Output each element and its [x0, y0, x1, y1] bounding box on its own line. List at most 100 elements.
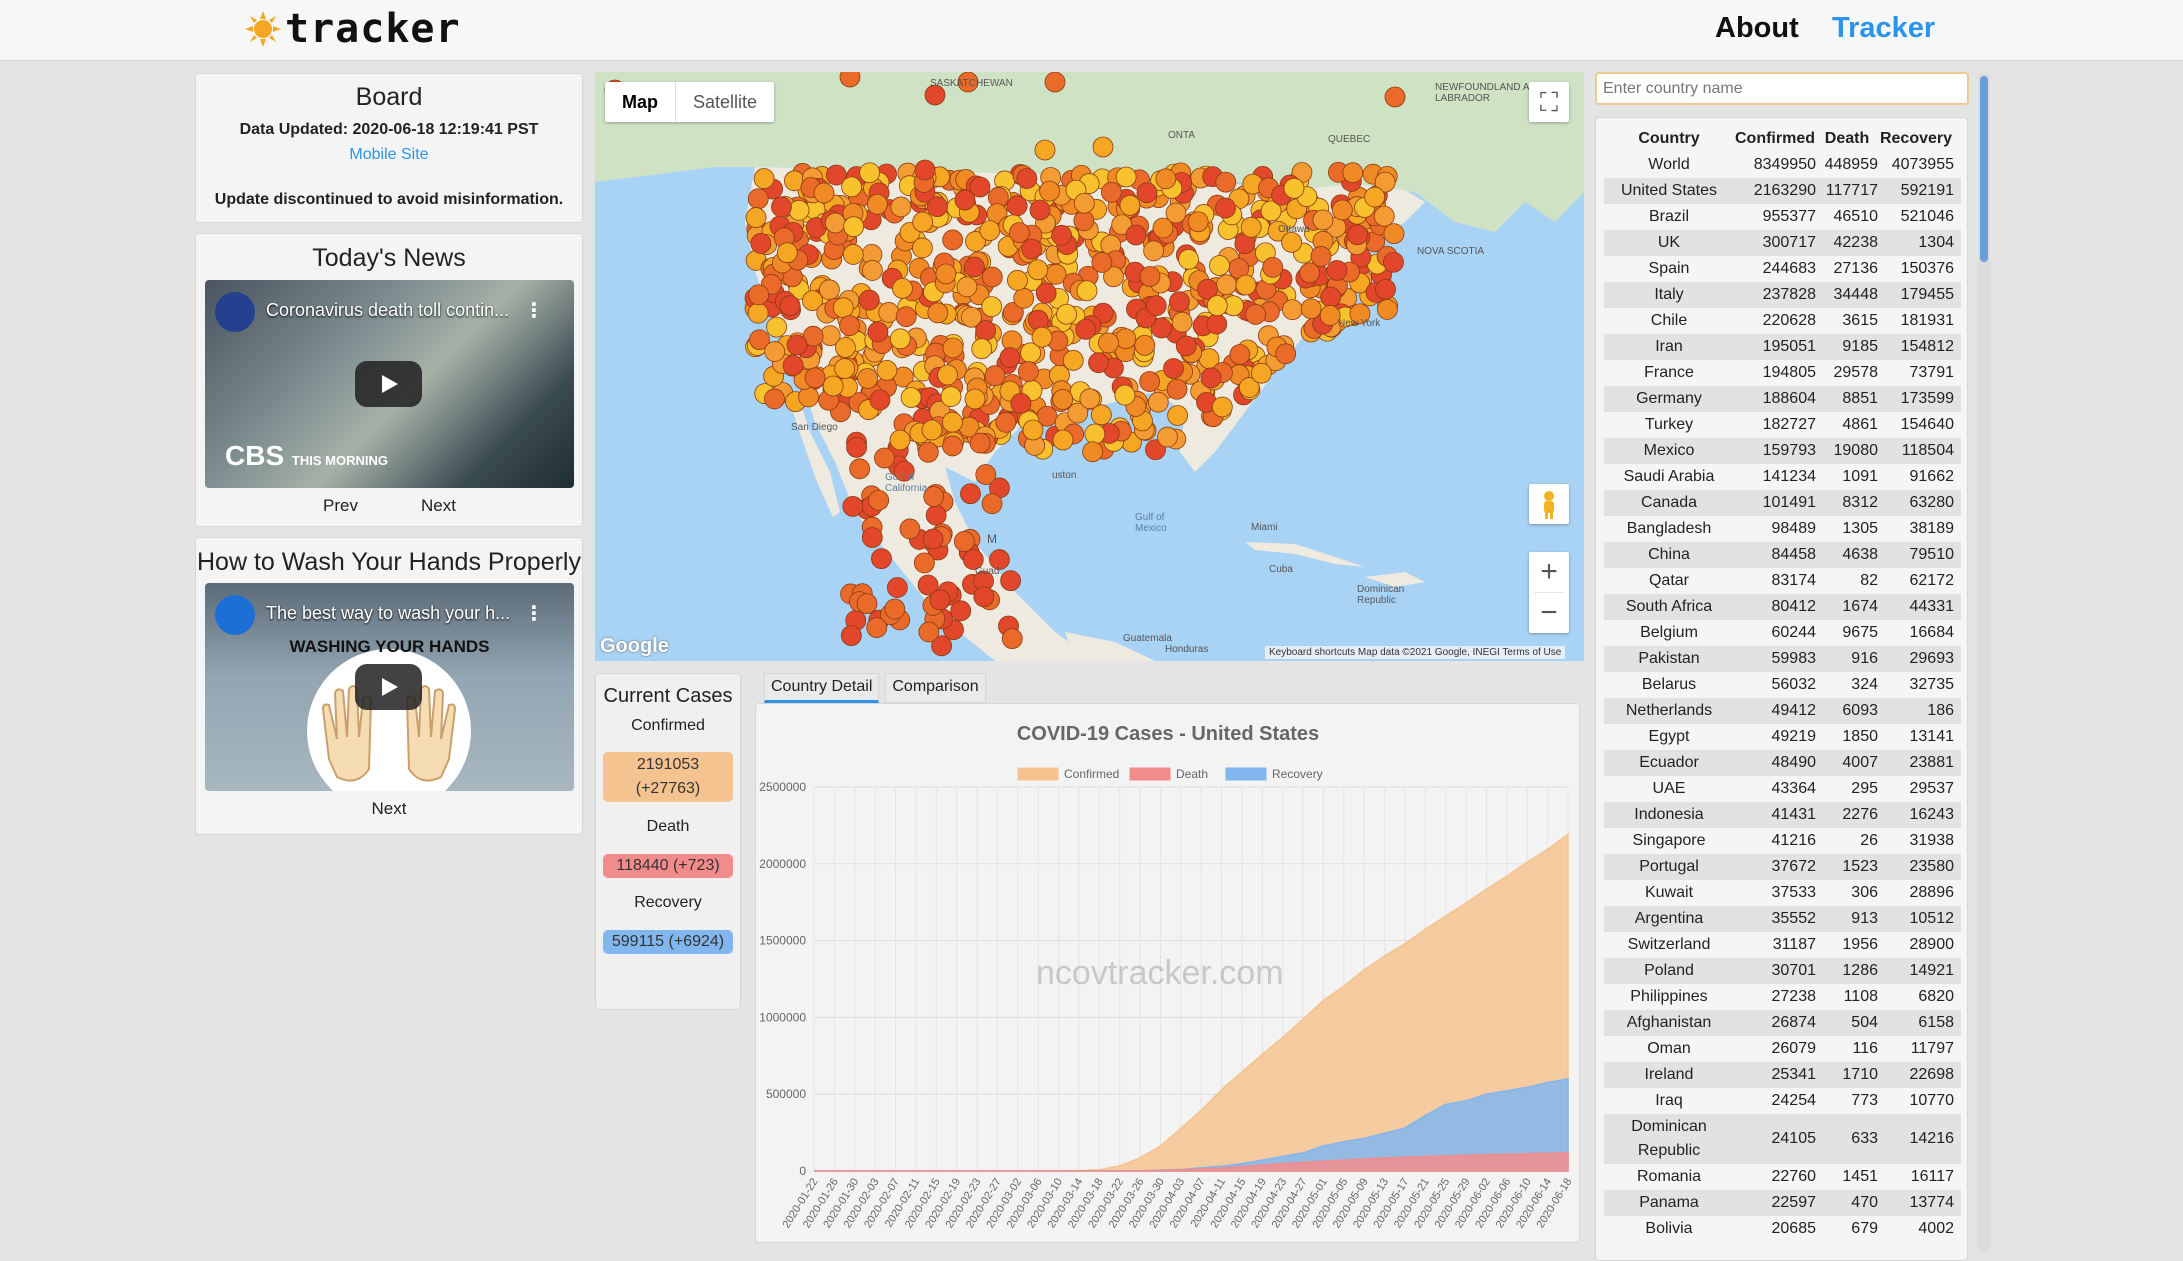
case-marker[interactable] [1235, 274, 1257, 296]
case-marker[interactable] [940, 386, 962, 407]
case-marker[interactable] [1373, 205, 1395, 227]
case-marker[interactable] [981, 493, 1003, 515]
case-marker[interactable] [1300, 298, 1322, 320]
news-prev-button[interactable]: Prev [323, 496, 358, 516]
case-marker[interactable] [892, 277, 913, 299]
table-row[interactable]: Ireland 25341 1710 22698 [1604, 1062, 1961, 1088]
case-marker[interactable] [764, 341, 786, 362]
map-canvas[interactable] [595, 72, 1584, 661]
case-marker[interactable] [912, 211, 934, 233]
case-marker[interactable] [1383, 251, 1404, 273]
table-row[interactable]: Philippines 27238 1108 6820 [1604, 984, 1961, 1010]
table-row[interactable]: Dominican Republic 24105 633 14216 [1604, 1114, 1961, 1164]
news-next-button[interactable]: Next [421, 496, 456, 516]
case-marker[interactable] [975, 320, 997, 341]
case-marker[interactable] [1209, 255, 1230, 276]
case-marker[interactable] [1275, 343, 1297, 365]
case-marker[interactable] [813, 182, 835, 204]
case-marker[interactable] [1347, 224, 1368, 246]
case-marker[interactable] [782, 355, 804, 376]
case-marker[interactable] [1073, 192, 1095, 214]
case-marker[interactable] [1175, 335, 1197, 357]
case-marker[interactable] [1206, 313, 1228, 335]
case-marker[interactable] [822, 375, 844, 397]
case-marker[interactable] [818, 279, 840, 301]
header-recovery[interactable]: Recovery [1878, 126, 1954, 152]
table-row[interactable]: World 8349950 448959 4073955 [1604, 152, 1961, 178]
case-marker[interactable] [884, 598, 906, 620]
case-marker[interactable] [890, 196, 912, 218]
table-row[interactable]: China 84458 4638 79510 [1604, 542, 1961, 568]
tab-comparison[interactable]: Comparison [885, 673, 986, 703]
case-marker[interactable] [1376, 299, 1398, 320]
case-marker[interactable] [832, 297, 854, 319]
case-marker[interactable] [834, 337, 856, 358]
case-marker[interactable] [1331, 199, 1353, 221]
table-row[interactable]: Pakistan 59983 916 29693 [1604, 646, 1961, 672]
case-marker[interactable] [1039, 180, 1061, 202]
table-row[interactable]: Germany 188604 8851 173599 [1604, 386, 1961, 412]
case-marker[interactable] [788, 199, 810, 221]
case-marker[interactable] [866, 617, 888, 639]
table-row[interactable]: Belarus 56032 324 32735 [1604, 672, 1961, 698]
case-marker[interactable] [1200, 367, 1222, 389]
case-marker[interactable] [1027, 259, 1049, 281]
case-marker[interactable] [849, 458, 871, 480]
table-row[interactable]: Brazil 955377 46510 521046 [1604, 204, 1961, 230]
table-row[interactable]: Kuwait 37533 306 28896 [1604, 880, 1961, 906]
case-marker[interactable] [840, 625, 862, 647]
case-marker[interactable] [839, 315, 860, 337]
table-row[interactable]: Mexico 159793 19080 118504 [1604, 438, 1961, 464]
table-row[interactable]: Bolivia 20685 679 4002 [1604, 1216, 1961, 1242]
case-marker[interactable] [1022, 419, 1044, 441]
case-marker[interactable] [1008, 222, 1030, 244]
table-row[interactable]: Argentina 35552 913 10512 [1604, 906, 1961, 932]
case-marker[interactable] [766, 316, 787, 338]
case-marker[interactable] [918, 621, 940, 643]
table-row[interactable]: United States 2163290 117717 592191 [1604, 178, 1961, 204]
case-marker[interactable] [1163, 358, 1184, 379]
fullscreen-icon[interactable]: ⛶ [1529, 82, 1569, 122]
case-marker[interactable] [935, 263, 957, 285]
case-marker[interactable] [1147, 391, 1169, 413]
wash-video[interactable]: The best way to wash your h... ⋮ WASHING… [205, 583, 574, 791]
case-marker[interactable] [1000, 570, 1021, 592]
case-marker[interactable] [1079, 388, 1101, 410]
case-marker[interactable] [804, 367, 826, 389]
case-marker[interactable] [861, 527, 883, 548]
case-marker[interactable] [1155, 168, 1177, 190]
case-marker[interactable] [874, 447, 895, 469]
case-marker[interactable] [950, 600, 972, 622]
table-row[interactable]: Bangladesh 98489 1305 38189 [1604, 516, 1961, 542]
case-marker[interactable] [971, 338, 993, 360]
case-marker[interactable] [999, 347, 1021, 369]
case-marker[interactable] [1115, 166, 1137, 188]
header-country[interactable]: Country [1604, 126, 1734, 152]
table-row[interactable]: Chile 220628 3615 181931 [1604, 308, 1961, 334]
list-scrollbar-thumb[interactable] [1980, 76, 1988, 262]
case-marker[interactable] [1375, 278, 1396, 300]
case-marker[interactable] [1136, 182, 1158, 204]
case-marker[interactable] [900, 387, 922, 408]
tab-country-detail[interactable]: Country Detail [764, 673, 880, 703]
case-marker[interactable] [981, 266, 1003, 288]
case-marker[interactable] [869, 389, 891, 411]
case-marker[interactable] [1384, 86, 1406, 108]
case-marker[interactable] [841, 176, 862, 198]
case-marker[interactable] [929, 589, 951, 611]
case-marker[interactable] [834, 358, 856, 380]
case-marker[interactable] [1139, 266, 1161, 287]
case-marker[interactable] [1245, 304, 1267, 325]
case-marker[interactable] [1310, 246, 1332, 267]
case-marker[interactable] [1017, 361, 1039, 382]
table-row[interactable]: France 194805 29578 73791 [1604, 360, 1961, 386]
table-row[interactable]: Canada 101491 8312 63280 [1604, 490, 1961, 516]
pegman-icon[interactable] [1529, 484, 1569, 524]
table-row[interactable]: Romania 22760 1451 16117 [1604, 1164, 1961, 1190]
table-row[interactable]: Ecuador 48490 4007 23881 [1604, 750, 1961, 776]
cases-map[interactable]: SASKATCHEWAN NEWFOUNDLAND AND LABRADOR O… [595, 72, 1584, 661]
case-marker[interactable] [842, 244, 864, 265]
case-marker[interactable] [1001, 628, 1023, 650]
play-icon[interactable] [355, 361, 422, 407]
table-row[interactable]: Saudi Arabia 141234 1091 91662 [1604, 464, 1961, 490]
